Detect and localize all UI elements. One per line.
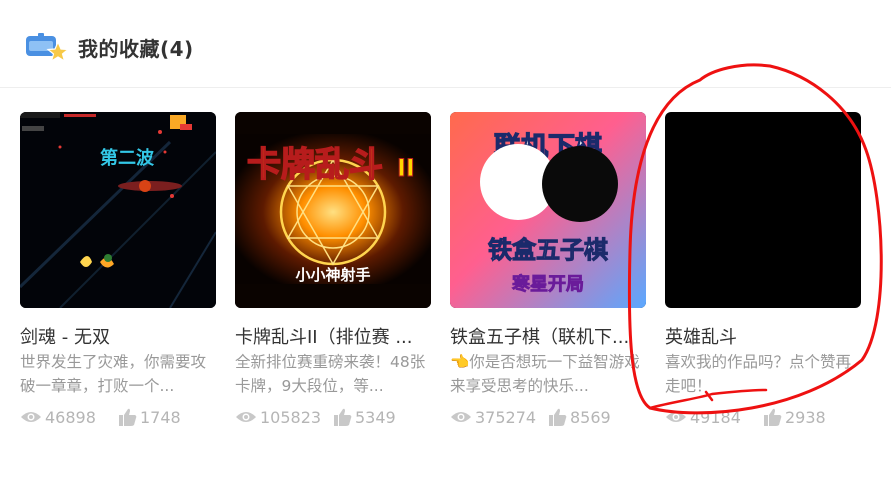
thumb-subtitle: 寒星开局 [511, 273, 584, 295]
eye-icon [451, 412, 471, 422]
work-card-4[interactable]: 英雄乱斗 喜欢我的作品吗？点个赞再走吧！ 49184 2938 [665, 112, 861, 432]
view-count-value: 49184 [690, 407, 741, 427]
view-count-value: 375274 [475, 407, 537, 427]
thumbs-up-icon [334, 408, 352, 426]
view-count: 375274 [450, 406, 536, 428]
like-count: 2938 [764, 406, 826, 428]
work-description: 👈你是否想玩一下益智游戏来享受思考的快乐... [450, 353, 640, 395]
thumb-wave-text: 第二波 [100, 147, 155, 169]
view-count: 105823 [235, 406, 321, 428]
like-count: 5349 [334, 406, 396, 428]
work-thumbnail[interactable]: 联机下棋 铁盒五子棋 寒星开局 [450, 112, 646, 308]
view-count-value: 105823 [260, 407, 322, 427]
eye-icon [666, 412, 686, 422]
like-count: 1748 [119, 406, 181, 428]
like-count-value: 5349 [355, 407, 396, 427]
favorites-header: 我的收藏(4) [0, 0, 891, 88]
work-title[interactable]: 英雄乱斗 [665, 323, 861, 349]
view-count: 46898 [20, 406, 96, 428]
eye-icon [21, 412, 41, 422]
favorites-folder-icon [26, 33, 68, 62]
work-title[interactable]: 铁盒五子棋（联机下... [450, 323, 646, 349]
page-title: 我的收藏(4) [78, 37, 194, 61]
work-card-3[interactable]: 联机下棋 铁盒五子棋 寒星开局 铁盒五子棋（联机下... 👈你是否想玩一下益智游… [450, 112, 646, 432]
work-thumbnail[interactable]: 第二波 [20, 112, 216, 308]
view-count: 49184 [665, 406, 741, 428]
thumb-game-name: 铁盒五子棋 [488, 236, 608, 264]
work-title[interactable]: 卡牌乱斗II（排位赛 ... [235, 323, 431, 349]
work-card-1[interactable]: 第二波 剑魂 - 无双 世界发生了灾难，你需要攻破一章章，打败一个... 468… [20, 112, 216, 432]
thumbs-up-icon [119, 408, 137, 426]
work-title[interactable]: 剑魂 - 无双 [20, 323, 216, 349]
thumbs-up-icon [764, 408, 782, 426]
like-count: 8569 [549, 406, 611, 428]
like-count-value: 8569 [570, 407, 611, 427]
like-count-value: 2938 [785, 407, 826, 427]
work-description: 世界发生了灾难，你需要攻破一章章，打败一个... [20, 353, 207, 395]
work-description: 喜欢我的作品吗？点个赞再走吧！ [665, 353, 852, 395]
work-thumbnail[interactable] [665, 112, 861, 308]
work-card-2[interactable]: 卡牌乱斗 II 小小神射手 卡牌乱斗II（排位赛 ... 全新排位赛重磅来袭！4… [235, 112, 431, 432]
work-description: 全新排位赛重磅来袭！48张卡牌，9大段位，等... [235, 353, 426, 395]
thumb-title-suffix: II [397, 154, 415, 182]
like-count-value: 1748 [140, 407, 181, 427]
eye-icon [236, 412, 256, 422]
thumbs-up-icon [549, 408, 567, 426]
view-count-value: 46898 [45, 407, 96, 427]
thumb-title-text: 卡牌乱斗 [247, 145, 383, 185]
thumb-caption: 小小神射手 [295, 266, 370, 284]
work-thumbnail[interactable]: 卡牌乱斗 II 小小神射手 [235, 112, 431, 308]
